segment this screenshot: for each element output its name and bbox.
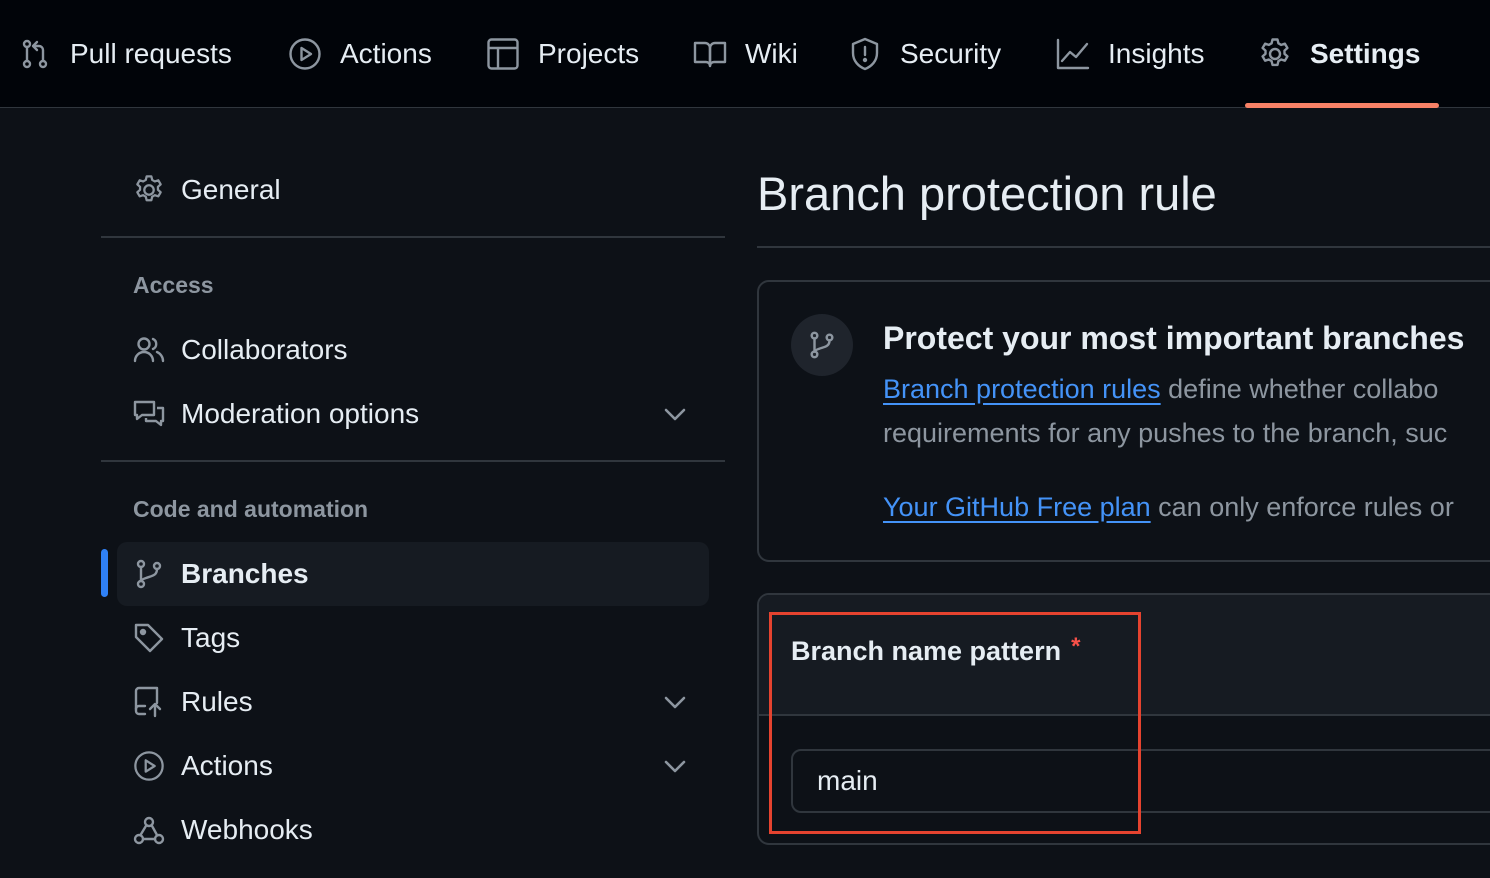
sidebar-item-tags[interactable]: Tags <box>117 606 709 670</box>
play-circle-icon <box>133 750 165 782</box>
tab-insights[interactable]: Insights <box>1056 0 1205 108</box>
sidebar-item-label: General <box>181 174 281 205</box>
intro-heading: Protect your most important branches <box>883 320 1465 356</box>
tab-label: Insights <box>1108 38 1205 69</box>
book-icon <box>693 37 727 71</box>
intro-text: can only enforce rules or <box>1150 492 1454 522</box>
people-icon <box>133 334 165 366</box>
free-plan-link[interactable]: Your GitHub Free plan <box>883 492 1151 522</box>
sidebar-item-label: Moderation options <box>181 398 420 429</box>
sidebar-divider <box>101 460 725 462</box>
branch-badge <box>791 314 853 376</box>
sidebar-item-webhooks[interactable]: Webhooks <box>117 798 709 862</box>
sidebar-item-label: Branches <box>181 558 309 589</box>
sidebar-item-general[interactable]: General <box>117 158 709 222</box>
sidebar-item-label: Collaborators <box>181 334 348 365</box>
repo-nav: Pull requests Actions Projects Wiki Secu… <box>0 0 1490 108</box>
sidebar-item-branches[interactable]: Branches <box>117 542 709 606</box>
tab-pull-requests[interactable]: Pull requests <box>18 0 232 108</box>
intro-line-3: Your GitHub Free plan can only enforce r… <box>883 492 1454 523</box>
tab-security[interactable]: Security <box>848 0 1001 108</box>
webhook-icon <box>133 814 165 846</box>
sidebar-item-label: Webhooks <box>181 814 313 845</box>
tab-settings[interactable]: Settings <box>1258 0 1420 108</box>
table-icon <box>486 37 520 71</box>
tab-wiki[interactable]: Wiki <box>693 0 798 108</box>
intro-line-1: Branch protection rules define whether c… <box>883 374 1438 405</box>
tab-label: Settings <box>1310 38 1421 69</box>
field-label-text: Branch name pattern <box>791 636 1062 666</box>
title-divider <box>757 246 1490 248</box>
repo-push-icon <box>133 686 165 718</box>
tab-projects[interactable]: Projects <box>486 0 639 108</box>
pattern-card-header: Branch name pattern * <box>759 595 1490 716</box>
sidebar-divider <box>101 236 725 238</box>
page-title: Branch protection rule <box>757 167 1217 220</box>
tag-icon <box>133 622 165 654</box>
sidebar-item-label: Tags <box>181 622 241 653</box>
section-label-access: Access <box>133 272 214 298</box>
comment-discussion-icon <box>133 398 165 430</box>
chevron-down-icon[interactable] <box>661 400 689 428</box>
branch-name-pattern-input[interactable] <box>791 749 1490 813</box>
section-label-code-and-automation: Code and automation <box>133 496 369 522</box>
branch-name-pattern-label: Branch name pattern * <box>791 633 1080 667</box>
tab-label: Pull requests <box>70 38 232 69</box>
intro-text: define whether collabo <box>1160 374 1439 404</box>
sidebar-item-actions[interactable]: Actions <box>117 734 709 798</box>
graph-icon <box>1056 37 1090 71</box>
sidebar-item-rules[interactable]: Rules <box>117 670 709 734</box>
tab-label: Actions <box>340 38 432 69</box>
intro-line-2: requirements for any pushes to the branc… <box>883 418 1448 448</box>
chevron-down-icon[interactable] <box>661 688 689 716</box>
selected-indicator <box>101 549 108 597</box>
tab-label: Projects <box>538 38 640 69</box>
sidebar-item-label: Actions <box>181 750 273 781</box>
tab-label: Security <box>900 38 1002 69</box>
pull-request-icon <box>18 37 52 71</box>
gear-icon <box>1258 37 1292 71</box>
sidebar-item-moderation-options[interactable]: Moderation options <box>117 382 709 446</box>
branch-protection-rules-link[interactable]: Branch protection rules <box>883 374 1161 404</box>
chevron-down-icon[interactable] <box>661 752 689 780</box>
shield-icon <box>848 37 882 71</box>
branch-icon <box>810 331 834 359</box>
required-mark: * <box>1071 633 1081 660</box>
tab-actions[interactable]: Actions <box>288 0 432 108</box>
active-tab-underline <box>1245 103 1439 108</box>
pattern-card: Branch name pattern * <box>757 593 1490 845</box>
sidebar-item-collaborators[interactable]: Collaborators <box>117 318 709 382</box>
sidebar-item-label: Rules <box>181 686 253 717</box>
play-circle-icon <box>288 37 322 71</box>
tab-label: Wiki <box>745 38 798 69</box>
branch-icon <box>133 558 165 590</box>
intro-card: Protect your most important branches Bra… <box>757 280 1490 562</box>
gear-icon <box>133 174 165 206</box>
